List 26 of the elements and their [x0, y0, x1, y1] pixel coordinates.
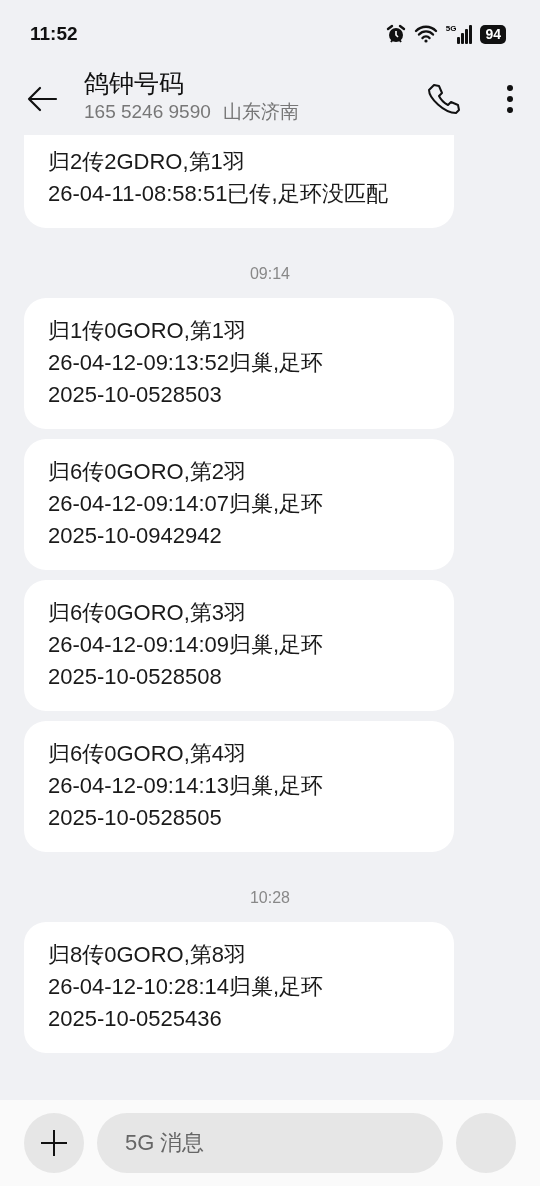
- clock-time: 11:52: [30, 23, 79, 45]
- message-bubble[interactable]: 归1传0GORO,第1羽 26-04-12-09:13:52归巢,足环 2025-10-0528503: [24, 298, 454, 429]
- more-options-button[interactable]: [506, 83, 514, 114]
- message-bubble[interactable]: 归2传2GDRO,第1羽 26-04-11-08:58:51已传,足环没匹配: [24, 135, 454, 228]
- message-input-field[interactable]: 5G 消息: [97, 1113, 443, 1173]
- message-bubble[interactable]: 归6传0GORO,第4羽 26-04-12-09:14:13归巢,足环 2025-10-0528505: [24, 721, 454, 852]
- contact-name: 鸽钟号码: [84, 67, 185, 99]
- plus-icon: [40, 1129, 68, 1157]
- message-bubble[interactable]: 归8传0GORO,第8羽 26-04-12-10:28:14归巢,足环 2025-10-0525436: [24, 922, 454, 1053]
- message-bubble[interactable]: 归6传0GORO,第2羽 26-04-12-09:14:07归巢,足环 2025-10-0942942: [24, 439, 454, 570]
- timestamp: 09:14: [249, 264, 290, 284]
- message-text: 归2传2GDRO,第1羽 26-04-11-08:58:51已传,足环没匹配: [48, 148, 389, 208]
- message-text: 归6传0GORO,第2羽 26-04-12-09:14:07归巢,足环 2025-10-0942942: [48, 458, 325, 550]
- message-text: 归6传0GORO,第4羽 26-04-12-09:14:13归巢,足环 2025-10-0528505: [48, 740, 325, 832]
- battery-icon: 94: [480, 24, 506, 44]
- phone-number: 165 5246 9590: [84, 99, 211, 124]
- back-button[interactable]: [26, 84, 58, 113]
- message-bubble[interactable]: 归6传0GORO,第3羽 26-04-12-09:14:09归巢,足环 2025-10-0528508: [24, 580, 454, 711]
- location-label: 山东济南: [222, 99, 299, 124]
- message-text: 归1传0GORO,第1羽 26-04-12-09:13:52归巢,足环 2025-10-0528503: [48, 317, 325, 409]
- wifi-icon: [413, 25, 438, 43]
- alarm-icon: [385, 24, 406, 44]
- timestamp: 10:28: [249, 888, 290, 908]
- phone-call-button[interactable]: [426, 81, 460, 116]
- message-text: 归8传0GORO,第8羽 26-04-12-10:28:14归巢,足环 2025-10-0525436: [48, 941, 325, 1033]
- message-text: 归6传0GORO,第3羽 26-04-12-09:14:09归巢,足环 2025-10-0528508: [48, 599, 325, 691]
